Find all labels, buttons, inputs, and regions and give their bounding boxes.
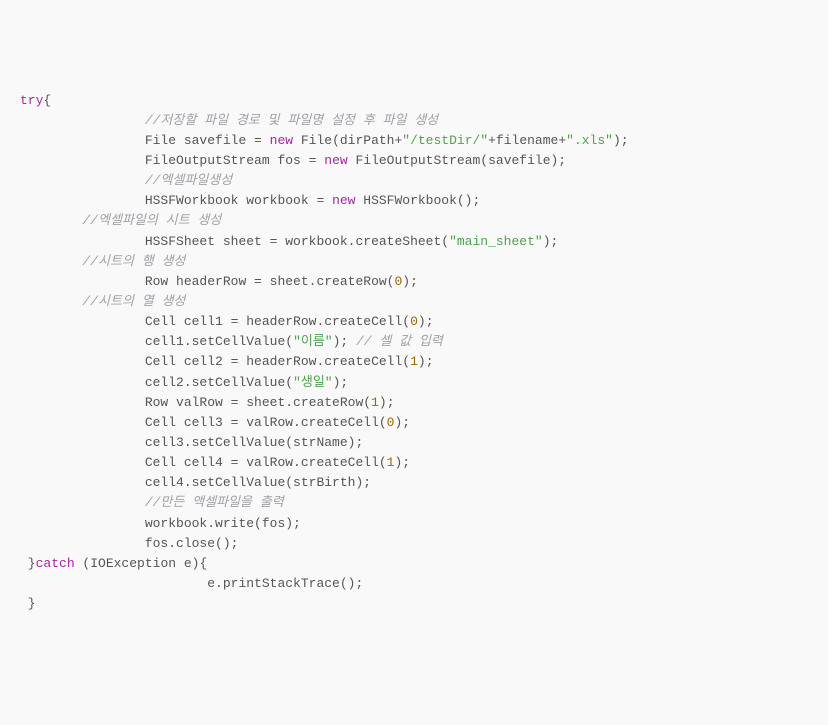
code-token-plain: fos.close(); [145,536,239,551]
code-line: cell3.setCellValue(strName); [20,433,808,453]
code-token-plain: ); [333,375,349,390]
code-line: cell4.setCellValue(strBirth); [20,473,808,493]
code-token-plain: File savefile = [145,133,270,148]
code-token-plain: Row headerRow = sheet.createRow( [145,274,395,289]
code-line: File savefile = new File(dirPath+"/testD… [20,131,808,151]
code-token-plain: Cell cell1 = headerRow.createCell( [145,314,410,329]
code-token-com: // 셀 값 입력 [356,334,443,349]
code-line: try{ [20,91,808,111]
code-token-plain: FileOutputStream fos = [145,153,324,168]
code-line: Row headerRow = sheet.createRow(0); [20,272,808,292]
code-token-plain: ); [379,395,395,410]
code-token-plain: Cell cell3 = valRow.createCell( [145,415,387,430]
code-line: }catch (IOException e){ [20,554,808,574]
code-token-num: 0 [410,314,418,329]
code-token-plain: cell3.setCellValue(strName); [145,435,363,450]
code-token-plain: ); [418,354,434,369]
code-token-plain: ); [394,455,410,470]
code-token-kw: catch [36,556,75,571]
code-token-plain: ); [394,415,410,430]
code-token-str: "이름" [293,334,333,349]
code-token-plain: workbook.write(fos); [145,516,301,531]
code-token-plain: { [43,93,51,108]
code-token-plain: (IOException e){ [75,556,208,571]
code-line: //시트의 행 생성 [20,252,808,272]
code-line: //시트의 열 생성 [20,292,808,312]
code-token-com: //엑셀파일생성 [145,173,232,188]
code-token-plain: ); [418,314,434,329]
code-line: HSSFSheet sheet = workbook.createSheet("… [20,232,808,252]
code-token-plain: Cell cell4 = valRow.createCell( [145,455,387,470]
code-line: cell2.setCellValue("생일"); [20,373,808,393]
code-token-plain: ); [402,274,418,289]
code-token-plain: cell4.setCellValue(strBirth); [145,475,371,490]
code-token-plain: HSSFSheet sheet = workbook.createSheet( [145,234,449,249]
code-line: workbook.write(fos); [20,514,808,534]
code-token-num: 1 [371,395,379,410]
code-token-plain: HSSFWorkbook(); [355,193,480,208]
code-token-str: "/testDir/" [402,133,488,148]
code-token-plain: cell1.setCellValue( [145,334,293,349]
code-token-str: ".xls" [566,133,613,148]
code-token-str: "main_sheet" [449,234,543,249]
code-token-plain: Cell cell2 = headerRow.createCell( [145,354,410,369]
code-token-kw: new [324,153,347,168]
code-token-plain: Row valRow = sheet.createRow( [145,395,371,410]
code-token-kw: new [270,133,293,148]
code-token-plain: ); [333,334,356,349]
code-token-com: //시트의 행 생성 [82,254,185,269]
code-line: cell1.setCellValue("이름"); // 셀 값 입력 [20,332,808,352]
code-line: Cell cell2 = headerRow.createCell(1); [20,352,808,372]
code-token-plain: ); [543,234,559,249]
code-token-plain: e.printStackTrace(); [207,576,363,591]
code-token-plain: HSSFWorkbook workbook = [145,193,332,208]
code-token-plain: File(dirPath+ [293,133,402,148]
code-line: //엑셀파일의 시트 생성 [20,211,808,231]
code-line: fos.close(); [20,534,808,554]
code-line: //엑셀파일생성 [20,171,808,191]
code-token-plain: FileOutputStream(savefile); [348,153,566,168]
code-line: } [20,594,808,614]
code-block: try{ //저장할 파일 경로 및 파일명 설정 후 파일 생성 File s… [20,91,808,615]
code-line: FileOutputStream fos = new FileOutputStr… [20,151,808,171]
code-token-kw: try [20,93,43,108]
code-token-com: //엑셀파일의 시트 생성 [82,213,221,228]
code-token-plain: } [20,596,36,611]
code-token-plain: ); [613,133,629,148]
code-line: //만든 액셀파일을 출력 [20,493,808,513]
code-line: Row valRow = sheet.createRow(1); [20,393,808,413]
code-token-plain: } [20,556,36,571]
code-token-plain: cell2.setCellValue( [145,375,293,390]
code-line: HSSFWorkbook workbook = new HSSFWorkbook… [20,191,808,211]
code-line: Cell cell3 = valRow.createCell(0); [20,413,808,433]
code-line: //저장할 파일 경로 및 파일명 설정 후 파일 생성 [20,111,808,131]
code-token-com: //만든 액셀파일을 출력 [145,495,284,510]
code-token-str: "생일" [293,375,333,390]
code-token-num: 1 [410,354,418,369]
code-token-kw: new [332,193,355,208]
code-line: Cell cell1 = headerRow.createCell(0); [20,312,808,332]
code-token-com: //저장할 파일 경로 및 파일명 설정 후 파일 생성 [145,113,438,128]
code-line: e.printStackTrace(); [20,574,808,594]
code-token-plain: +filename+ [488,133,566,148]
code-line: Cell cell4 = valRow.createCell(1); [20,453,808,473]
code-token-com: //시트의 열 생성 [82,294,185,309]
